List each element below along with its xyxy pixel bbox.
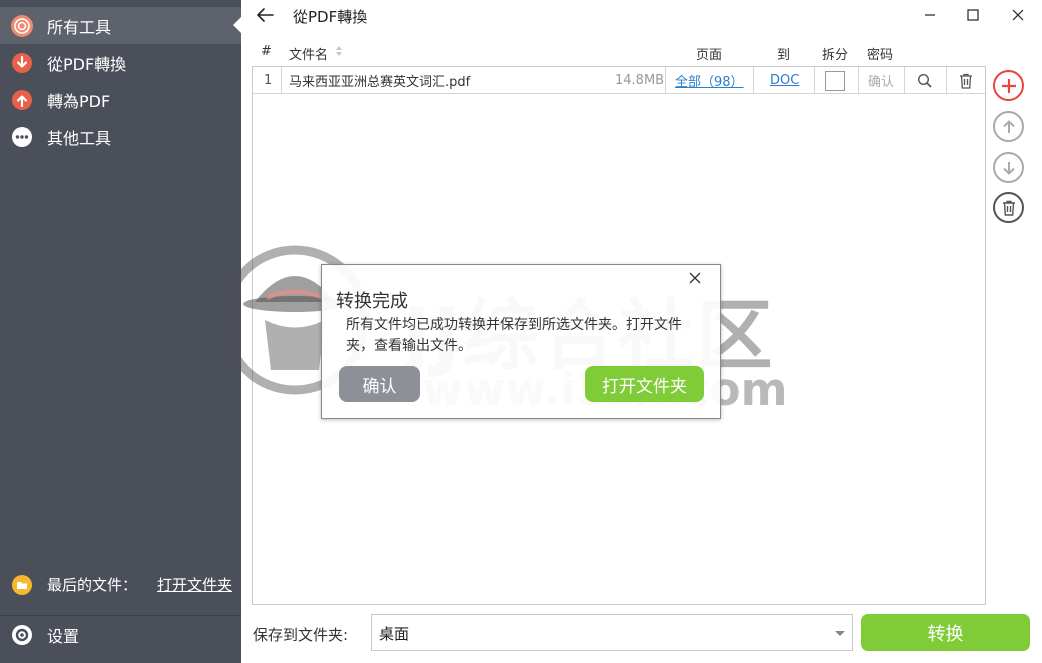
sidebar-item-label: 其他工具 [47,128,112,148]
divider [946,67,947,94]
row-filename: 马来西亚亚洲总赛英文词汇.pdf [289,75,471,90]
recent-files-label: 最后的文件： [47,576,138,594]
save-to-folder-label: 保存到文件夹: [253,626,349,644]
confirm-button[interactable]: 确认 [339,366,420,402]
all-tools-icon [11,14,33,37]
back-arrow-icon[interactable] [254,4,276,26]
header-num: # [261,44,272,59]
row-pages-link[interactable]: 全部（98） [675,67,744,94]
sidebar: 所有工具 從PDF轉換 轉為PDF 其他工具 最后的文件： 打开文件夹 设置 [0,0,241,663]
sidebar-item-label: 轉為PDF [47,91,111,111]
dialog-close-icon[interactable] [688,271,706,289]
chevron-down-icon [835,631,845,636]
row-filesize: 14.8MB [615,73,665,88]
close-icon [1012,9,1024,21]
trash-icon [1002,200,1015,216]
dialog-message: 所有文件均已成功转换并保存到所选文件夹。打开文件夹，查看输出文件。 [346,317,682,354]
row-password[interactable]: 确认 [868,67,894,94]
more-icon [11,126,33,148]
sidebar-item-from-pdf[interactable]: 從PDF轉換 [0,44,241,81]
open-folder-button[interactable]: 打开文件夹 [585,366,704,402]
divider [281,67,282,94]
sidebar-item-label: 所有工具 [47,17,112,37]
move-up-button[interactable] [993,111,1024,142]
conversion-complete-dialog: 转换完成 所有文件均已成功转换并保存到所选文件夹。打开文件夹，查看输出文件。 确… [321,264,721,419]
gear-icon [11,624,33,646]
sidebar-item-settings[interactable]: 设置 [0,616,241,653]
header-split: 拆分 [822,48,849,63]
dialog-title: 转换完成 [336,291,408,312]
header-to: 到 [777,48,791,63]
divider [858,67,859,94]
active-indicator [233,17,241,33]
table-row[interactable]: 1 马来西亚亚洲总赛英文词汇.pdf 14.8MB 全部（98） DOC 确认 [253,67,985,94]
save-folder-select[interactable]: 桌面 [371,614,853,651]
sidebar-item-label: 從PDF轉換 [47,54,127,74]
header-filename[interactable]: 文件名 [289,44,328,63]
minimize-icon [925,14,935,16]
arrow-up-icon [1002,119,1015,133]
header-pages: 页面 [696,48,723,63]
sidebar-item-label: 设置 [47,626,80,646]
arrow-down-icon [1002,161,1015,175]
convert-button[interactable]: 转换 [861,614,1030,651]
open-folder-link[interactable]: 打开文件夹 [157,574,232,595]
minimize-button[interactable] [910,2,950,28]
folder-icon [11,574,33,596]
divider [753,67,754,94]
recent-files: 最后的文件： 打开文件夹 [0,566,241,603]
row-num: 1 [264,73,273,88]
sidebar-item-to-pdf[interactable]: 轉為PDF [0,81,241,118]
split-checkbox[interactable] [825,67,845,94]
divider [904,67,905,94]
add-file-button[interactable] [993,70,1024,101]
table-header: # 文件名 页面 到 拆分 密码 [252,42,986,64]
delete-all-button[interactable] [993,192,1024,223]
save-folder-value: 桌面 [379,625,410,643]
sort-icon[interactable] [335,45,343,61]
maximize-icon [967,9,979,21]
sidebar-item-other-tools[interactable]: 其他工具 [0,118,241,155]
sidebar-item-all-tools[interactable]: 所有工具 [0,7,241,44]
move-down-button[interactable] [993,152,1024,183]
close-button[interactable] [998,2,1038,28]
header-password: 密码 [867,48,894,63]
to-pdf-icon [11,89,33,111]
divider [665,67,666,94]
plus-icon [1001,78,1016,93]
divider [814,67,815,94]
trash-icon[interactable] [959,67,973,94]
window-title: 從PDF轉換 [293,8,368,26]
search-icon[interactable] [917,67,933,94]
from-pdf-icon [11,52,33,74]
maximize-button[interactable] [953,2,993,28]
row-format-link[interactable]: DOC [770,67,799,94]
